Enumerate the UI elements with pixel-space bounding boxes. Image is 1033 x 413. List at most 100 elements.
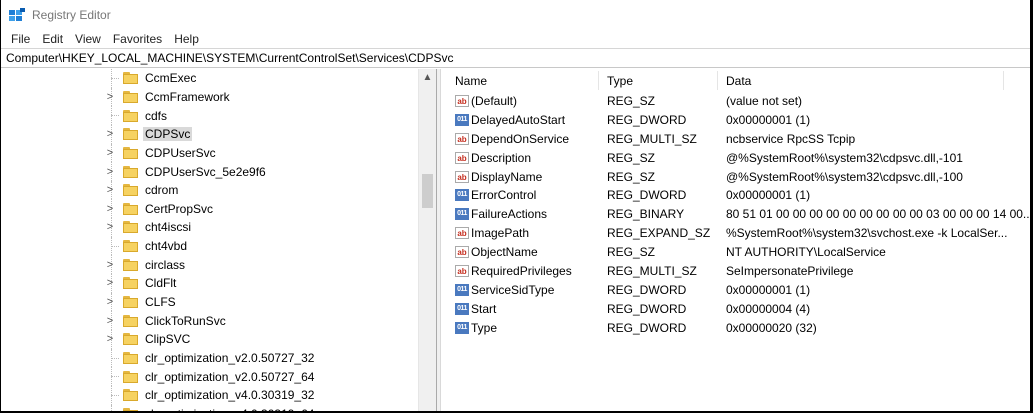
string-value-icon: ab [455,170,469,183]
column-header-type[interactable]: Type [607,74,633,88]
folder-icon [123,128,138,141]
tree-item-label[interactable]: ClickToRunSvc [143,314,228,328]
header-divider[interactable] [717,71,718,90]
expand-chevron-icon[interactable]: > [105,333,115,345]
expand-chevron-icon[interactable]: > [105,128,115,140]
expand-chevron-icon[interactable]: > [105,184,115,196]
tree-item[interactable]: > ClickToRunSvc [1,311,419,330]
title-bar[interactable]: Registry Editor [1,0,1030,30]
expand-chevron-icon[interactable]: > [105,315,115,327]
value-row[interactable]: 011 Start REG_DWORD 0x00000004 (4) [441,300,1030,319]
tree-item-label[interactable]: cdrom [143,183,180,197]
value-row[interactable]: 011 FailureActions REG_BINARY 80 51 01 00 0… [441,205,1030,224]
folder-icon [123,370,138,383]
tree-item[interactable]: > CertPropSvc [1,199,419,219]
tree-item-label[interactable]: clr_optimization_v4.0.30319_64 [143,407,316,411]
value-name: Description [471,150,532,165]
tree-item[interactable]: cdfs [1,106,419,125]
expand-chevron-icon[interactable]: > [105,91,115,103]
address-bar[interactable]: Computer\HKEY_LOCAL_MACHINE\SYSTEM\Curre… [1,48,1030,68]
value-row[interactable]: ab Description REG_SZ @%SystemRoot%\system3… [441,149,1030,168]
value-name: RequiredPrivileges [471,264,572,279]
value-row[interactable]: 011 ServiceSidType REG_DWORD 0x00000001 (1) [441,281,1030,300]
header-divider[interactable] [598,71,599,90]
tree-item[interactable]: clr_optimization_v2.0.50727_64 [1,367,419,386]
value-row[interactable]: ab RequiredPrivileges REG_MULTI_SZ SeImpers… [441,262,1030,281]
column-header-name[interactable]: Name [455,74,487,88]
value-row[interactable]: 011 DelayedAutoStart REG_DWORD 0x00000001 (… [441,111,1030,130]
folder-icon [123,351,138,364]
menu-favorites[interactable]: Favorites [107,32,168,46]
tree-scrollbar[interactable]: ▲ [418,69,436,411]
address-path[interactable]: Computer\HKEY_LOCAL_MACHINE\SYSTEM\Curre… [6,51,453,65]
expand-chevron-icon[interactable]: > [105,221,115,233]
tree-item-label[interactable]: CcmExec [143,71,198,85]
header-divider[interactable] [1003,71,1004,90]
value-row[interactable]: ab ImagePath REG_EXPAND_SZ %SystemRoot%\sys… [441,224,1030,243]
tree-item-label[interactable]: cdfs [143,109,169,123]
tree-item[interactable]: > cdrom [1,180,419,200]
tree-item[interactable]: clr_optimization_v2.0.50727_32 [1,348,419,368]
tree-item-label[interactable]: circlass [143,258,187,272]
tree-item[interactable]: > CDPUserSvc [1,143,419,163]
tree-item[interactable]: > CLFS [1,292,419,312]
scroll-thumb[interactable] [422,174,433,208]
value-row[interactable]: ab DisplayName REG_SZ @%SystemRoot%\system3… [441,168,1030,187]
tree-item-label[interactable]: CDPUserSvc [143,146,218,160]
binary-value-icon: 011 [455,208,469,221]
tree-item[interactable]: clr_optimization_v4.0.30319_64 [1,404,419,411]
menu-edit[interactable]: Edit [36,32,69,46]
expand-chevron-icon[interactable]: > [105,296,115,308]
registry-editor-window: Registry Editor File Edit View Favorites… [1,0,1030,411]
value-row[interactable]: 011 ErrorControl REG_DWORD 0x00000001 (1) [441,186,1030,205]
tree-item-label[interactable]: CertPropSvc [143,202,215,216]
string-value-icon: ab [455,132,469,145]
binary-value-icon: 011 [455,302,469,315]
tree-item[interactable]: > CDPSvc [1,124,419,144]
value-row[interactable]: ab ObjectName REG_SZ NT AUTHORITY\LocalServ… [441,243,1030,262]
folder-icon [123,333,138,346]
expand-chevron-icon[interactable]: > [105,277,115,289]
expand-chevron-icon[interactable]: > [105,166,115,178]
binary-value-icon: 011 [455,321,469,334]
tree-item-label[interactable]: clr_optimization_v2.0.50727_32 [143,351,316,365]
value-row[interactable]: ab (Default) REG_SZ (value not set) [441,92,1030,111]
tree-item-label[interactable]: CLFS [143,295,178,309]
menu-view[interactable]: View [69,32,107,46]
tree-connector-line [111,394,119,396]
tree-item-label[interactable]: CldFlt [143,276,178,290]
value-type: REG_SZ [607,245,656,260]
menu-help[interactable]: Help [168,32,205,46]
tree-connector-line [111,357,119,359]
tree-item[interactable]: > CcmFramework [1,87,419,107]
menu-file[interactable]: File [5,32,36,46]
value-row[interactable]: 011 Type REG_DWORD 0x00000020 (32) [441,319,1030,338]
tree-item-label[interactable]: cht4vbd [143,239,189,253]
tree-item-label[interactable]: cht4iscsi [143,220,193,234]
tree-item-label[interactable]: ClipSVC [143,332,192,346]
binary-value-icon: 011 [455,189,469,202]
value-name: ErrorControl [471,188,537,203]
tree-item[interactable]: CcmExec [1,69,419,88]
tree-item[interactable]: cht4vbd [1,236,419,256]
expand-chevron-icon[interactable]: > [105,147,115,159]
tree-item-label[interactable]: clr_optimization_v4.0.30319_32 [143,388,316,402]
scroll-up-icon[interactable]: ▲ [419,72,436,83]
column-header-data[interactable]: Data [726,74,751,88]
value-type: REG_SZ [607,94,656,108]
tree-item[interactable]: > ClipSVC [1,329,419,349]
tree-item-label[interactable]: CDPUserSvc_5e2e9f6 [143,165,268,179]
values-pane[interactable]: Name Type Data ab (Default) REG_SZ (value n… [441,69,1030,411]
tree-item[interactable]: > circlass [1,255,419,275]
key-tree-pane[interactable]: CcmExec > CcmFramework cdfs > CDPSvc > CDPUserS… [1,69,437,411]
tree-item-label[interactable]: clr_optimization_v2.0.50727_64 [143,370,316,384]
tree-item[interactable]: > CldFlt [1,274,419,293]
tree-item-label[interactable]: CcmFramework [143,90,232,104]
tree-item[interactable]: > cht4iscsi [1,218,419,237]
value-row[interactable]: ab DependOnService REG_MULTI_SZ ncbservice … [441,130,1030,149]
expand-chevron-icon[interactable]: > [105,259,115,271]
tree-item-label[interactable]: CDPSvc [143,127,193,142]
expand-chevron-icon[interactable]: > [105,203,115,215]
tree-item[interactable]: clr_optimization_v4.0.30319_32 [1,385,419,405]
tree-item[interactable]: > CDPUserSvc_5e2e9f6 [1,162,419,181]
